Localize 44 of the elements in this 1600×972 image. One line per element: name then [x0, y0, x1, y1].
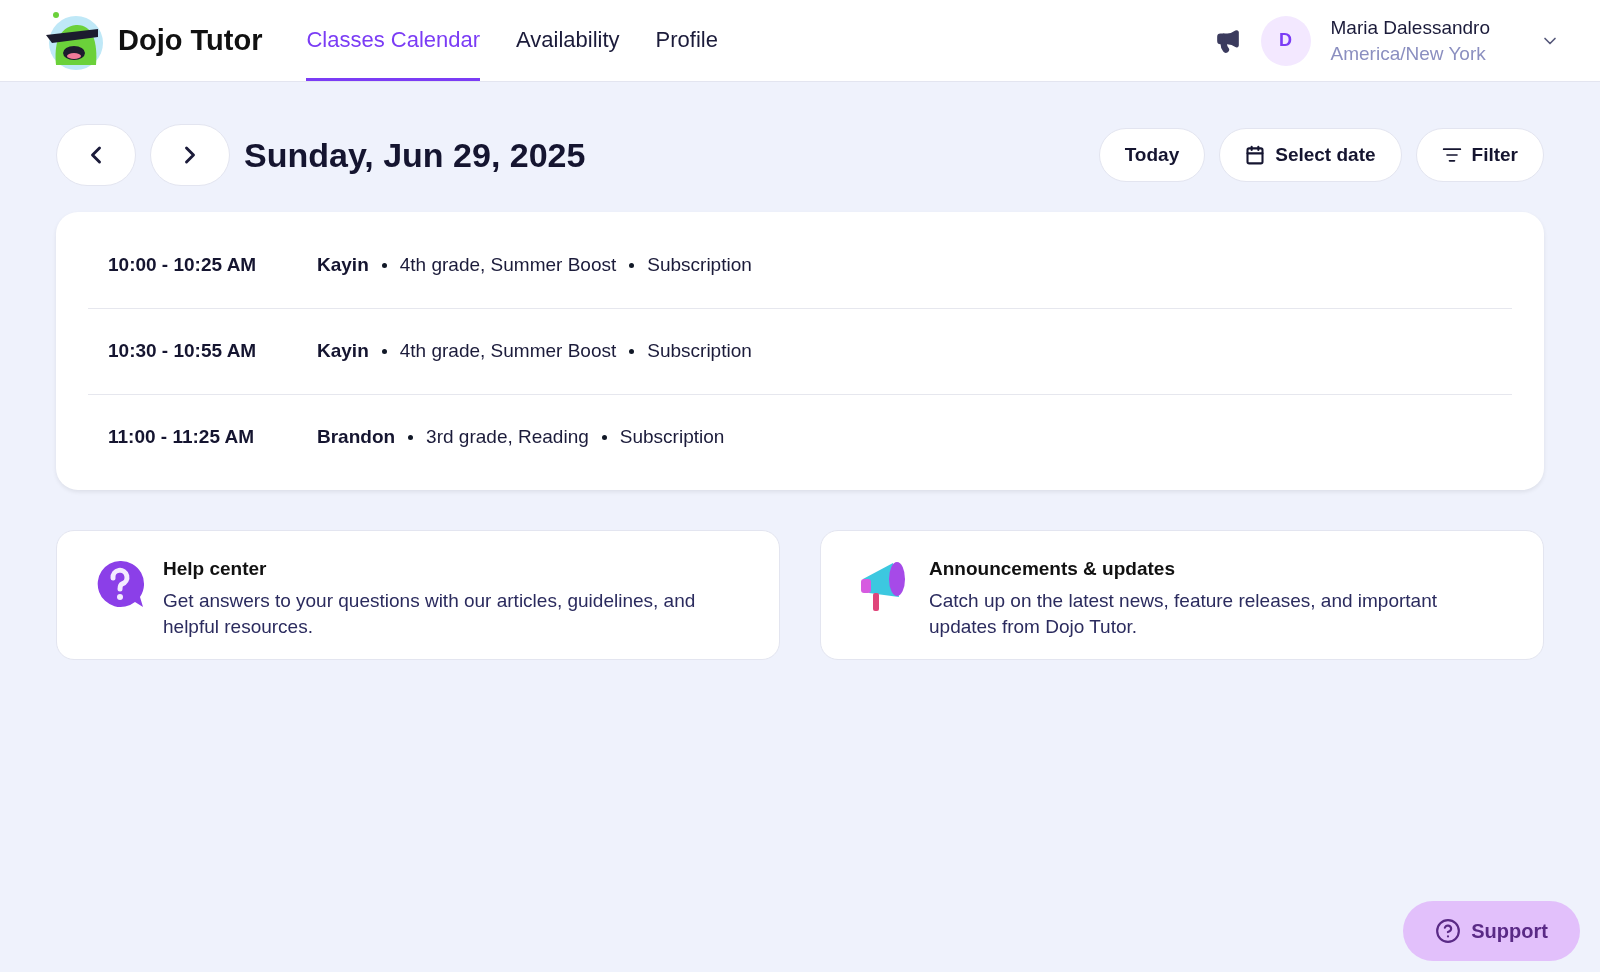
student-name: Brandon [317, 425, 396, 450]
nav-tab[interactable]: Profile [655, 0, 718, 81]
brand-name: Dojo Tutor [118, 22, 263, 58]
class-course: 4th grade, Summer Boost [399, 252, 617, 277]
class-plan: Subscription [647, 252, 752, 277]
class-plan: Subscription [619, 425, 725, 450]
class-row[interactable]: 10:00 - 10:25 AM Kayin 4th grade, Summer Boost Subscription [88, 222, 1512, 308]
class-course: 4th grade, Summer Boost [399, 339, 617, 364]
dot-separator-icon [408, 435, 414, 440]
resource-description: Catch up on the latest news, feature releases, and important updates from Dojo Tutor. [929, 588, 1439, 639]
nav-tab[interactable]: Availability [516, 0, 620, 81]
dot-separator-icon [629, 262, 635, 268]
resource-title: Announcements & updates [929, 557, 1176, 581]
dot-separator-icon [381, 262, 387, 268]
class-plan: Subscription [647, 339, 752, 364]
class-course: 3rd grade, Reading [426, 425, 589, 450]
resource-card[interactable]: Help center Get answers to your questions with our articles, guidelines, and helpful resources. [56, 530, 780, 660]
class-time: 10:30 - 10:55 AM [108, 339, 258, 364]
class-time: 10:00 - 10:25 AM [108, 252, 258, 277]
date-title: Sunday, Jun 29, 2025 [244, 134, 586, 176]
user-timezone: America/New York [1330, 41, 1487, 66]
dot-separator-icon [629, 349, 635, 354]
select-date-button[interactable]: Select date [1219, 128, 1402, 182]
calendar-icon [1245, 145, 1266, 165]
student-name: Kayin [317, 339, 369, 364]
megaphone-icon[interactable] [1214, 27, 1241, 54]
dot-separator-icon [381, 349, 387, 354]
user-name: Maria Dalessandro [1330, 15, 1490, 40]
resource-description: Get answers to your questions with our articles, guidelines, and helpful resources. [163, 588, 697, 639]
student-name: Kayin [317, 252, 369, 277]
nav-tab[interactable]: Classes Calendar [306, 0, 481, 81]
filter-icon [1441, 145, 1462, 165]
resource-title: Help center [163, 557, 268, 581]
class-time: 11:00 - 11:25 AM [108, 425, 256, 450]
class-row[interactable]: 10:30 - 10:55 AM Kayin 4th grade, Summer Boost Subscription [88, 308, 1512, 394]
today-button[interactable]: Today [1098, 128, 1206, 182]
support-button[interactable]: Support [1403, 901, 1580, 961]
resource-card[interactable]: Announcements & updates Catch up on the latest news, feature releases, and important updates from Dojo Tutor. [820, 530, 1544, 660]
dot-separator-icon [601, 435, 607, 440]
class-row[interactable]: 11:00 - 11:25 AM Brandon 3rd grade, Reading Subscription [88, 394, 1512, 480]
question-bubble-icon [95, 559, 145, 609]
help-icon [1435, 918, 1462, 944]
avatar[interactable]: D [1260, 15, 1311, 66]
filter-button[interactable]: Filter [1415, 128, 1544, 182]
